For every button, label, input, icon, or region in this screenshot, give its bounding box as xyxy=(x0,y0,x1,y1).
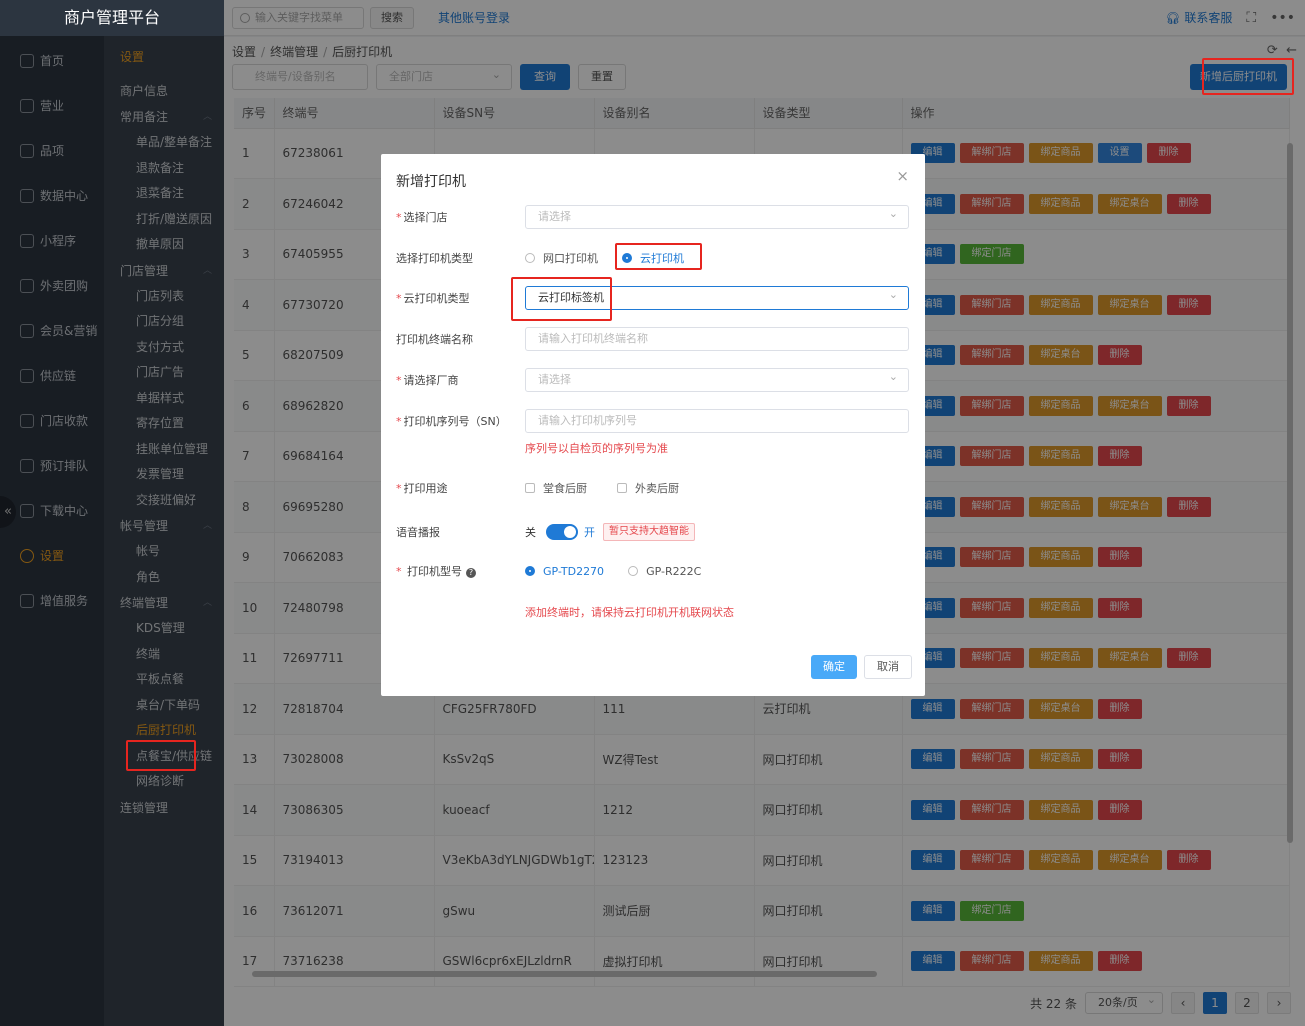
model-label: * 打印机型号? xyxy=(396,563,525,579)
store-row: * 选择门店 请选择 xyxy=(396,203,911,229)
voice-label: 语音播报 xyxy=(396,526,440,539)
usage-row: * 打印用途 堂食后厨 外卖后厨 xyxy=(396,476,911,500)
app-title: 商户管理平台 xyxy=(0,0,224,36)
vendor-row: * 请选择厂商 请选择 xyxy=(396,366,911,392)
cloud-type-label: * 云打印机类型 xyxy=(396,292,470,305)
vendor-label: * 请选择厂商 xyxy=(396,374,459,387)
voice-off-label: 关 xyxy=(525,526,536,539)
sn-hint: 序列号以自检页的序列号为准 xyxy=(525,442,668,455)
printer-type-row: 选择打印机类型 网口打印机 云打印机 xyxy=(396,246,911,270)
cloud-printer-radio[interactable]: 云打印机 xyxy=(622,250,684,266)
terminal-name-input[interactable]: 请输入打印机终端名称 xyxy=(525,327,909,351)
usage-label: * 打印用途 xyxy=(396,482,448,495)
printer-type-label: 选择打印机类型 xyxy=(396,252,473,265)
add-printer-dialog: 新增打印机 × *选择门店 请选择 选择打印机类型 网口打印机 云打印机 *云打… xyxy=(381,154,925,696)
app-root: 商户管理平台 首页 营业 品项 数据中心 小程序 外卖团购 会员&营销 供应链 门店收款 预订排队… xyxy=(0,0,1305,1026)
close-icon[interactable]: × xyxy=(896,167,909,185)
voice-support-tag: 暂只支持大趋智能 xyxy=(603,523,695,541)
voice-on-label: 开 xyxy=(584,526,595,539)
cloud-type-select[interactable]: 云打印标签机 xyxy=(525,284,909,310)
sn-label: * 打印机序列号（SN） xyxy=(396,415,507,428)
sn-input[interactable]: 请输入打印机序列号 xyxy=(525,409,909,433)
terminal-name-label: 打印机终端名称 xyxy=(396,333,473,346)
footer-hint: 添加终端时，请保持云打印机开机联网状态 xyxy=(525,606,734,619)
confirm-button[interactable]: 确定 xyxy=(811,655,857,679)
voice-row: 语音播报 关 开 暂只支持大趋智能 xyxy=(396,520,911,544)
help-icon[interactable]: ? xyxy=(466,568,476,578)
dine-in-kitchen-checkbox[interactable]: 堂食后厨 xyxy=(525,480,587,496)
model-gp-td2270-radio[interactable]: GP-TD2270 xyxy=(525,565,604,578)
vendor-select[interactable]: 请选择 xyxy=(525,366,909,392)
model-gp-r222c-radio[interactable]: GP-R222C xyxy=(628,565,701,578)
network-printer-radio[interactable]: 网口打印机 xyxy=(525,250,598,266)
model-row: * 打印机型号? GP-TD2270 GP-R222C xyxy=(396,559,911,583)
sn-row: * 打印机序列号（SN） 请输入打印机序列号 xyxy=(396,409,911,433)
store-select[interactable]: 请选择 xyxy=(525,203,909,229)
cancel-button[interactable]: 取消 xyxy=(864,655,912,679)
store-label: * 选择门店 xyxy=(396,211,448,224)
dialog-title: 新增打印机 xyxy=(396,174,466,190)
terminal-name-row: 打印机终端名称 请输入打印机终端名称 xyxy=(396,327,911,351)
takeaway-kitchen-checkbox[interactable]: 外卖后厨 xyxy=(617,480,679,496)
cloud-type-row: * 云打印机类型 云打印标签机 xyxy=(396,284,911,310)
voice-toggle[interactable] xyxy=(546,524,578,540)
